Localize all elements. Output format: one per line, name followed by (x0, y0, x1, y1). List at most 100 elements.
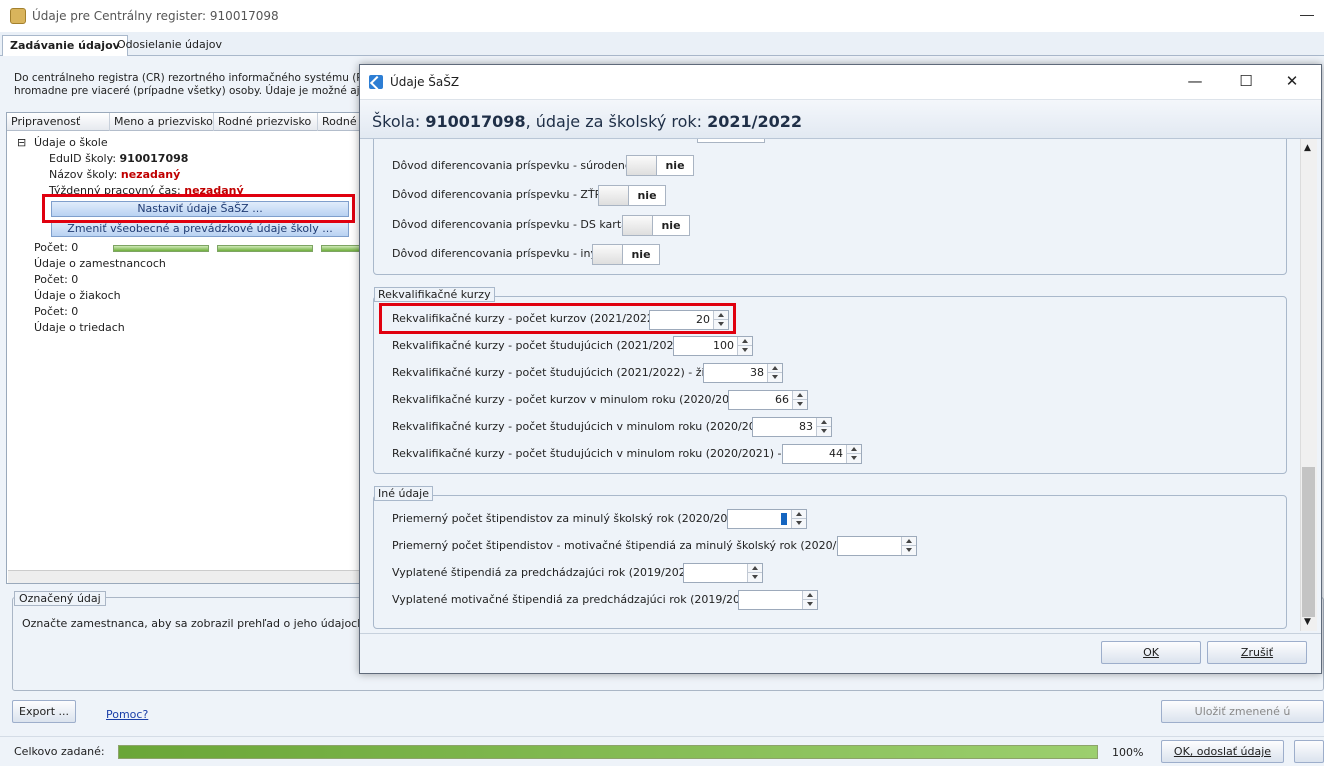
tab-odosielanie[interactable]: Odosielanie údajov (110, 35, 229, 56)
name-value: nezadaný (120, 168, 181, 181)
progress-bar (113, 245, 209, 252)
other-data-legend: Iné údaje (374, 486, 433, 501)
toggle-value: nie (665, 159, 685, 172)
students-women-spinner[interactable]: 38 (703, 363, 783, 383)
extra-button[interactable] (1294, 740, 1324, 763)
tab-zadavanie[interactable]: Zadávanie údajov (2, 35, 128, 56)
other-label: Vyplatené motivačné štipendiá za predchá… (392, 593, 763, 606)
column-header-pripravenost[interactable]: Pripravenosť (11, 115, 80, 128)
toggle-ds-karta[interactable]: nie (622, 215, 690, 236)
spinner-arrows-icon[interactable] (901, 537, 916, 555)
dialog-app-icon (369, 75, 383, 89)
tree-node-school[interactable]: Údaje o škole (34, 136, 108, 149)
diff-label: Dôvod diferencovania príspevku - súroden… (392, 159, 638, 172)
description-line: Do centrálneho registra (CR) rezortného … (14, 72, 364, 84)
courses-group-legend: Rekvalifikačné kurzy (374, 287, 495, 302)
scroll-up-icon[interactable]: ▲ (1304, 143, 1311, 153)
heading-mid: , údaje za školský rok: (525, 112, 708, 131)
column-header-rodne[interactable]: Rodné (322, 115, 357, 128)
help-link[interactable]: Pomoc? (106, 708, 148, 721)
other-label: Vyplatené štipendiá za predchádzajúci ro… (392, 566, 701, 579)
change-school-data-button[interactable]: Zmeniť všeobecné a prevádzkové údaje ško… (51, 221, 349, 237)
minimize-icon[interactable]: — (1185, 72, 1205, 92)
horizontal-scrollbar[interactable] (8, 570, 360, 583)
main-titlebar: Údaje pre Centrálny register: 910017098 (0, 0, 1324, 32)
column-header-meno[interactable]: Meno a priezvisko (114, 115, 213, 128)
total-progress-bar (118, 745, 1098, 759)
course-label: Rekvalifikačné kurzy - počet študujúcich… (392, 339, 689, 352)
close-icon[interactable]: ✕ (1282, 72, 1302, 92)
count-label: Počet: 0 (34, 241, 79, 254)
progress-bar (321, 245, 361, 252)
paid-motivation-spinner[interactable] (738, 590, 818, 610)
dialog-body: Dôvod diferencovania príspevku - súroden… (360, 139, 1321, 633)
ok-button[interactable]: OK (1101, 641, 1201, 664)
sasz-dialog: Údaje ŠaŠZ — ☐ ✕ Škola: 910017098, údaje… (359, 64, 1322, 674)
selected-item-text: Označte zamestnanca, aby sa zobrazil pre… (22, 617, 368, 630)
count-label: Počet: 0 (34, 305, 79, 318)
ok-send-button[interactable]: OK, odoslať údaje (1161, 740, 1284, 763)
progress-bar (217, 245, 313, 252)
other-label: Priemerný počet štipendistov za minulý š… (392, 512, 750, 525)
spinner-arrows-icon[interactable] (792, 391, 807, 409)
toggle-iny[interactable]: nie (592, 244, 660, 265)
paid-scholarships-spinner[interactable] (683, 563, 763, 583)
total-label: Celkovo zadané: (14, 745, 105, 758)
students-women-last-year-spinner[interactable]: 44 (782, 444, 862, 464)
spinner-arrows-icon[interactable] (767, 364, 782, 382)
heading-school-id: 910017098 (425, 112, 526, 131)
eduid-value: 910017098 (119, 152, 189, 165)
minimize-icon[interactable] (1300, 15, 1314, 16)
course-label: Rekvalifikačné kurzy - počet študujúcich… (392, 366, 723, 379)
spinner-arrows-icon[interactable] (802, 591, 817, 609)
data-grid[interactable]: Pripravenosť Meno a priezvisko Rodné pri… (6, 112, 362, 584)
tree-node-pupils[interactable]: Údaje o žiakoch (34, 289, 121, 302)
tree-expander-icon[interactable]: ⊟ (17, 136, 26, 149)
highlight-frame (42, 194, 355, 223)
tree-node-eduid: EduID školy: 910017098 (49, 152, 188, 165)
spinner-arrows-icon[interactable] (737, 337, 752, 355)
maximize-icon[interactable]: ☐ (1236, 72, 1256, 92)
toggle-value: nie (631, 248, 651, 261)
export-button[interactable]: Export ... (12, 700, 76, 723)
scrollbar-thumb[interactable] (1302, 467, 1315, 617)
diff-label: Dôvod diferencovania príspevku - iný: (392, 247, 600, 260)
spinner-arrows-icon[interactable] (846, 445, 861, 463)
courses-last-year-spinner[interactable]: 66 (728, 390, 808, 410)
spinner-arrows-icon[interactable] (816, 418, 831, 436)
motivation-avg-spinner[interactable] (837, 536, 917, 556)
toggle-partial[interactable] (697, 139, 765, 143)
spinner-value: 83 (799, 420, 813, 433)
spinner-value: 44 (829, 447, 843, 460)
students-count-spinner[interactable]: 100 (673, 336, 753, 356)
description-text: Do centrálneho registra (CR) rezortného … (14, 72, 364, 98)
spinner-arrows-icon[interactable] (747, 564, 762, 582)
selected-item-legend: Označený údaj (14, 591, 106, 606)
toggle-value: nie (661, 219, 681, 232)
text-caret (781, 513, 787, 525)
tree-node-employees[interactable]: Údaje o zamestnancoch (34, 257, 166, 270)
course-label: Rekvalifikačné kurzy - počet študujúcich… (392, 420, 778, 433)
eduid-label: EduID školy: (49, 152, 117, 165)
spinner-value: 100 (713, 339, 734, 352)
students-last-year-spinner[interactable]: 83 (752, 417, 832, 437)
toggle-surodenci[interactable]: nie (626, 155, 694, 176)
highlight-frame (379, 303, 736, 334)
column-header-rodne-priezvisko[interactable]: Rodné priezvisko (218, 115, 311, 128)
scroll-down-icon[interactable]: ▼ (1304, 617, 1311, 627)
tree-node-name: Názov školy: nezadaný (49, 168, 180, 181)
app-icon (10, 8, 26, 24)
spinner-value: 38 (750, 366, 764, 379)
save-changes-button[interactable]: Uložiť zmenené ú (1161, 700, 1324, 723)
description-line: hromadne pre viaceré (prípadne všetky) o… (14, 85, 364, 97)
spinner-arrows-icon[interactable] (791, 510, 806, 528)
heading-year: 2021/2022 (707, 112, 803, 131)
dialog-footer: OK Zrušiť (360, 633, 1321, 673)
heading-prefix: Škola: (372, 112, 426, 131)
cancel-button[interactable]: Zrušiť (1207, 641, 1307, 664)
name-label: Názov školy: (49, 168, 118, 181)
tree-node-classes[interactable]: Údaje o triedach (34, 321, 125, 334)
toggle-ztp[interactable]: nie (598, 185, 666, 206)
scholarship-avg-spinner[interactable] (727, 509, 807, 529)
dialog-titlebar: Údaje ŠaŠZ — ☐ ✕ (360, 65, 1321, 99)
